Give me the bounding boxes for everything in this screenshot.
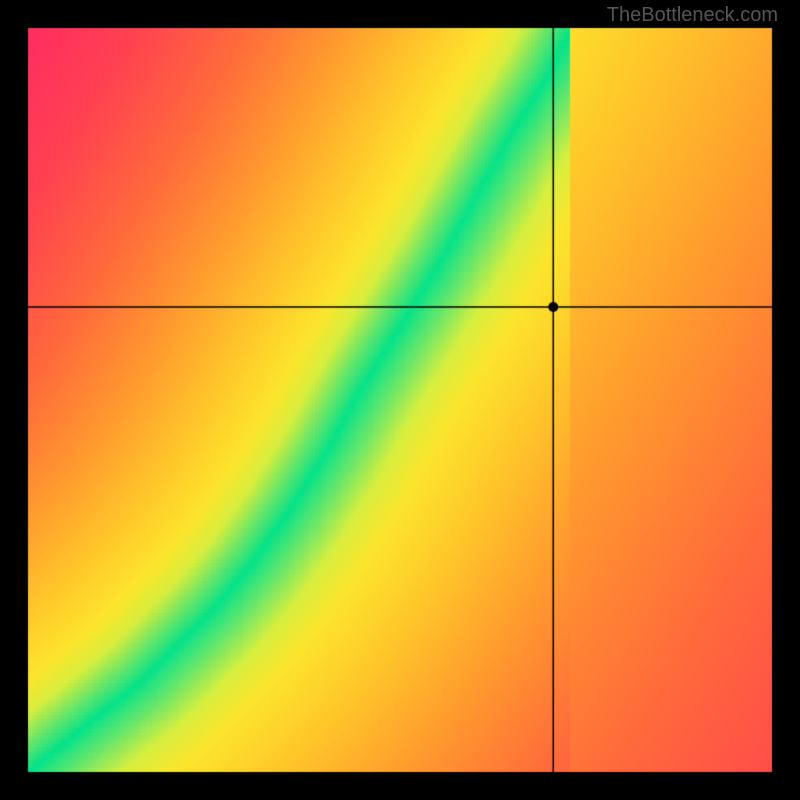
chart-container: TheBottleneck.com (0, 0, 800, 800)
watermark-text: TheBottleneck.com (607, 4, 778, 27)
heatmap-canvas (0, 0, 800, 800)
